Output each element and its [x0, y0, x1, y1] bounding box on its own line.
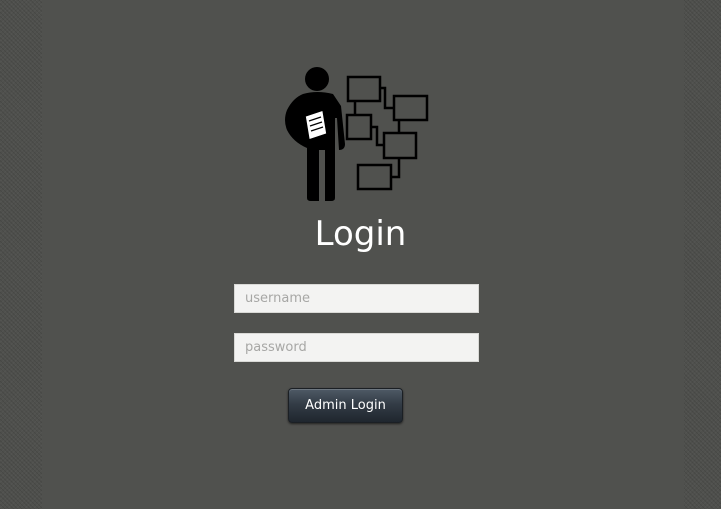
page-title: Login [314, 214, 407, 254]
username-field[interactable] [234, 284, 479, 313]
teacher-org-chart-icon [285, 67, 429, 201]
password-field[interactable] [234, 333, 479, 362]
admin-login-button[interactable]: Admin Login [288, 388, 403, 423]
